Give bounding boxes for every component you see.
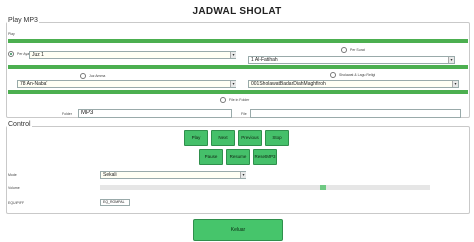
- stop-button[interactable]: Stop: [265, 130, 289, 146]
- per-surat-radio[interactable]: [341, 47, 347, 53]
- volume-slider-thumb[interactable]: [320, 185, 327, 190]
- file-input[interactable]: [250, 109, 461, 118]
- mode-select[interactable]: Sekali: [100, 171, 246, 179]
- play-button[interactable]: Play: [184, 130, 208, 146]
- juz-amma-select[interactable]: 78 An-Naba': [17, 80, 236, 88]
- volume-slider[interactable]: [100, 185, 430, 190]
- per-ayat-select[interactable]: Juz 1: [29, 51, 236, 59]
- mode-label: Mode: [8, 173, 17, 177]
- per-ayat-radio[interactable]: [8, 51, 14, 57]
- control-group-label: Control: [7, 121, 32, 128]
- next-button[interactable]: Next: [211, 130, 235, 146]
- sholawat-value: 001SholawatBadarDiahMaghfiroh: [251, 81, 326, 87]
- file-in-folder-radio[interactable]: [220, 97, 226, 103]
- juz-amma-dropdown-icon[interactable]: ▾: [230, 81, 236, 87]
- juz-amma-section-bar: [8, 65, 468, 69]
- per-surat-select[interactable]: 1 Al-Fatihah: [248, 56, 455, 64]
- mode-value: Sekali: [103, 172, 117, 178]
- resetmp3-button[interactable]: ResetMP3: [253, 149, 277, 165]
- per-surat-dropdown-icon[interactable]: ▾: [448, 57, 454, 63]
- juz-amma-label: Juz Amma: [89, 74, 106, 78]
- file-section-bar: [8, 90, 468, 94]
- play-mp3-group: [6, 22, 470, 118]
- file-in-folder-label: File in Folder: [229, 98, 250, 102]
- folder-input[interactable]: MP3: [78, 109, 232, 118]
- equalizer-label: EQUIPIFF: [8, 201, 25, 205]
- sholawat-radio[interactable]: [330, 72, 336, 78]
- juz-amma-radio[interactable]: [80, 73, 86, 79]
- juz-amma-value: 78 An-Naba': [20, 81, 48, 87]
- equalizer-select[interactable]: EQ_ROMPAL: [100, 199, 130, 206]
- resume-button[interactable]: Resume: [226, 149, 250, 165]
- per-surat-value: 1 Al-Fatihah: [251, 57, 278, 63]
- page-title: JADWAL SHOLAT: [192, 6, 282, 17]
- folder-label: Folder: [62, 112, 72, 116]
- mode-dropdown-icon[interactable]: ▾: [240, 172, 246, 178]
- sholawat-select[interactable]: 001SholawatBadarDiahMaghfiroh: [248, 80, 459, 88]
- per-ayat-section-bar: [8, 39, 468, 43]
- file-label: File: [241, 112, 247, 116]
- per-ayat-value: Juz 1: [32, 52, 44, 58]
- volume-label: Volume: [8, 186, 20, 190]
- folder-value: MP3: [81, 110, 94, 116]
- previous-button[interactable]: Previous: [238, 130, 262, 146]
- play-mini-label: Play: [8, 32, 15, 36]
- sholawat-dropdown-icon[interactable]: ▾: [452, 81, 458, 87]
- sholawat-label: Sholawat & Lagu Religi: [339, 73, 376, 77]
- per-ayat-dropdown-icon[interactable]: ▾: [230, 52, 236, 58]
- per-surat-label: Per Surat: [350, 48, 365, 52]
- pause-button[interactable]: Pause: [199, 149, 223, 165]
- play-mp3-group-label: Play MP3: [7, 17, 39, 24]
- exit-button[interactable]: Keluar: [193, 219, 283, 241]
- equalizer-value: EQ_ROMPAL: [103, 200, 125, 204]
